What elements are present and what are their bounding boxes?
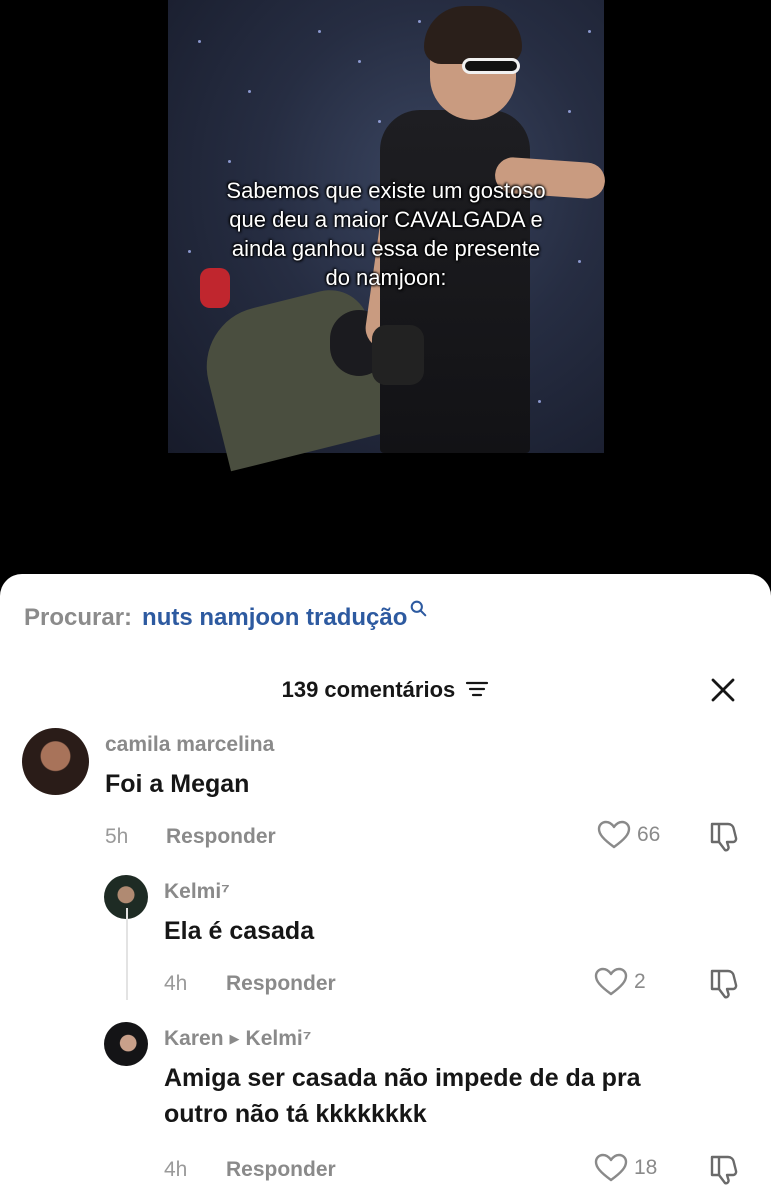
dislike-icon[interactable]: [708, 1153, 740, 1185]
thread-line: [126, 908, 128, 1000]
heart-icon[interactable]: [594, 1153, 628, 1183]
comment-text: Ela é casada: [164, 917, 315, 945]
caption-line: ainda ganhou essa de presente: [231, 236, 541, 261]
search-suggestion[interactable]: Procurar: nuts namjoon tradução: [24, 600, 427, 632]
reply-target[interactable]: Kelmi⁷: [246, 1027, 312, 1050]
like-count: 2: [634, 970, 646, 993]
performer-hair: [424, 6, 522, 64]
search-query-link[interactable]: nuts namjoon tradução: [142, 604, 407, 632]
search-icon[interactable]: [410, 600, 427, 617]
comment-count-label: 139 comentários: [281, 677, 456, 702]
comment-text-line: Amiga ser casada não impede de da pra: [164, 1064, 641, 1092]
reply-button[interactable]: Responder: [226, 1158, 336, 1182]
comment-time: 4h: [164, 972, 188, 995]
heart-icon[interactable]: [594, 967, 628, 997]
comment-meta: 4h Responder: [164, 972, 664, 1002]
comment-username[interactable]: camila marcelina: [105, 733, 274, 757]
reply-author[interactable]: Karen: [164, 1027, 224, 1050]
caption-line: Sabemos que existe um gostoso: [226, 178, 546, 203]
performer-glove: [372, 325, 424, 385]
comment-count[interactable]: 139 comentários: [0, 677, 771, 703]
comment-text: Amiga ser casada não impede de da pra ou…: [164, 1060, 641, 1132]
video-caption: Sabemos que existe um gostoso que deu a …: [168, 176, 604, 292]
comment-time: 4h: [164, 1158, 188, 1181]
performer-glasses: [462, 58, 520, 74]
like-button[interactable]: 66: [597, 820, 660, 850]
reply-button[interactable]: Responder: [226, 972, 336, 996]
reply-button[interactable]: Responder: [166, 825, 276, 849]
like-button[interactable]: 18: [594, 1153, 657, 1183]
caption-line: que deu a maior CAVALGADA e: [229, 207, 543, 232]
caption-line: do namjoon:: [325, 265, 447, 290]
comment-text: Foi a Megan: [105, 770, 250, 798]
like-count: 66: [637, 823, 661, 846]
comment-meta: 4h Responder: [164, 1158, 664, 1188]
comments-header: 139 comentários: [0, 674, 771, 708]
heart-icon[interactable]: [597, 820, 631, 850]
comment-time: 5h: [105, 825, 129, 848]
video-area[interactable]: Sabemos que existe um gostoso que deu a …: [0, 0, 771, 575]
like-button[interactable]: 2: [594, 967, 646, 997]
avatar[interactable]: [104, 1022, 148, 1066]
close-icon[interactable]: [709, 676, 737, 704]
search-prefix: Procurar:: [24, 604, 133, 631]
sort-icon[interactable]: [465, 680, 489, 698]
reply-arrow-icon: ▶: [229, 1031, 240, 1046]
avatar[interactable]: [22, 728, 89, 795]
dislike-icon[interactable]: [708, 967, 740, 999]
comment-text-line: outro não tá kkkkkkkk: [164, 1100, 427, 1128]
comment-username[interactable]: Kelmi⁷: [164, 880, 230, 904]
comment-username: Karen ▶ Kelmi⁷: [164, 1027, 311, 1051]
like-count: 18: [634, 1156, 658, 1179]
dislike-icon[interactable]: [708, 820, 740, 852]
